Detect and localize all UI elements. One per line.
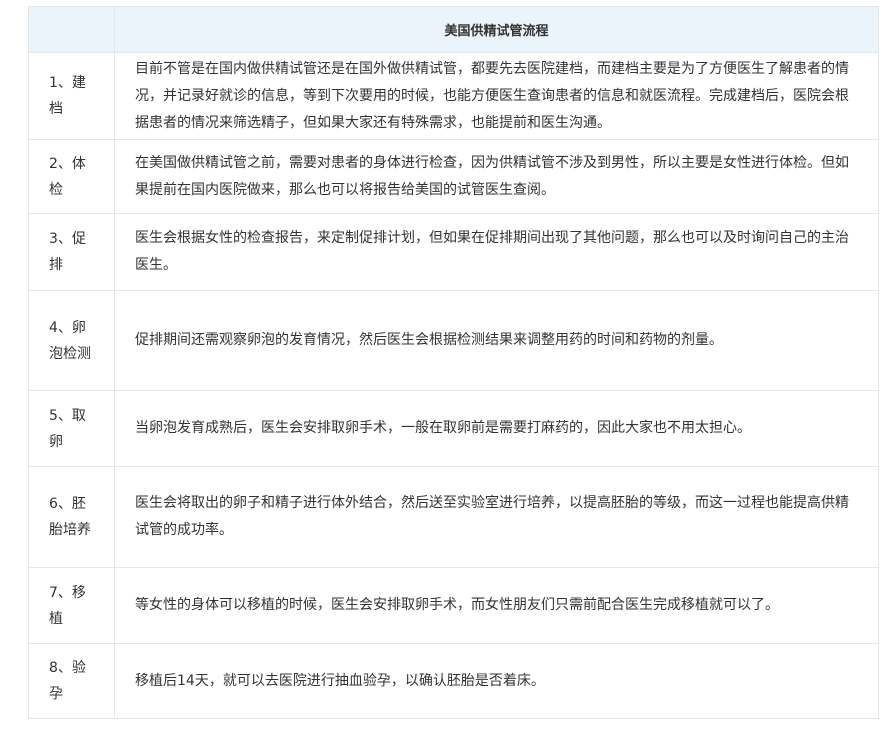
- table-header: 美国供精试管流程: [28, 6, 879, 53]
- step-description: 促排期间还需观察卵泡的发育情况，然后医生会根据检测结果来调整用药的时间和药物的剂…: [114, 290, 879, 391]
- table-row: 1、建档 目前不管是在国内做供精试管还是在国外做供精试管，都要先去医院建档，而建…: [28, 52, 879, 140]
- step-description: 在美国做供精试管之前，需要对患者的身体进行检查，因为供精试管不涉及到男性，所以主…: [114, 139, 879, 214]
- step-label: 5、取卵: [28, 390, 115, 467]
- table-row: 8、验孕 移植后14天，就可以去医院进行抽血验孕，以确认胚胎是否着床。: [28, 643, 879, 719]
- content-wrapper: 美国供精试管流程 1、建档 目前不管是在国内做供精试管还是在国外做供精试管，都要…: [28, 6, 879, 719]
- table-row: 3、促排 医生会根据女性的检查报告，来定制促排计划，但如果在促排期间出现了其他问…: [28, 213, 879, 291]
- table-body: 1、建档 目前不管是在国内做供精试管还是在国外做供精试管，都要先去医院建档，而建…: [28, 52, 879, 719]
- step-label: 1、建档: [28, 52, 115, 140]
- step-description: 等女性的身体可以移植的时候，医生会安排取卵手术，而女性朋友们只需前配合医生完成移…: [114, 567, 879, 644]
- header-row: 美国供精试管流程: [28, 6, 879, 53]
- step-label: 7、移植: [28, 567, 115, 644]
- ivf-process-table: 美国供精试管流程 1、建档 目前不管是在国内做供精试管还是在国外做供精试管，都要…: [28, 6, 879, 719]
- step-label: 3、促排: [28, 213, 115, 291]
- step-label: 8、验孕: [28, 643, 115, 719]
- step-description: 目前不管是在国内做供精试管还是在国外做供精试管，都要先去医院建档，而建档主要是为…: [114, 52, 879, 140]
- table-row: 5、取卵 当卵泡发育成熟后，医生会安排取卵手术，一般在取卵前是需要打麻药的，因此…: [28, 390, 879, 467]
- step-label: 2、体检: [28, 139, 115, 214]
- step-description: 医生会根据女性的检查报告，来定制促排计划，但如果在促排期间出现了其他问题，那么也…: [114, 213, 879, 291]
- table-title: 美国供精试管流程: [114, 6, 879, 53]
- header-step-cell: [28, 6, 115, 53]
- table-row: 2、体检 在美国做供精试管之前，需要对患者的身体进行检查，因为供精试管不涉及到男…: [28, 139, 879, 214]
- table-row: 7、移植 等女性的身体可以移植的时候，医生会安排取卵手术，而女性朋友们只需前配合…: [28, 567, 879, 644]
- step-description: 当卵泡发育成熟后，医生会安排取卵手术，一般在取卵前是需要打麻药的，因此大家也不用…: [114, 390, 879, 467]
- step-description: 移植后14天，就可以去医院进行抽血验孕，以确认胚胎是否着床。: [114, 643, 879, 719]
- step-description: 医生会将取出的卵子和精子进行体外结合，然后送至实验室进行培养，以提高胚胎的等级，…: [114, 466, 879, 568]
- step-label: 4、卵泡检测: [28, 290, 115, 391]
- table-row: 6、胚胎培养 医生会将取出的卵子和精子进行体外结合，然后送至实验室进行培养，以提…: [28, 466, 879, 568]
- step-label: 6、胚胎培养: [28, 466, 115, 568]
- table-row: 4、卵泡检测 促排期间还需观察卵泡的发育情况，然后医生会根据检测结果来调整用药的…: [28, 290, 879, 391]
